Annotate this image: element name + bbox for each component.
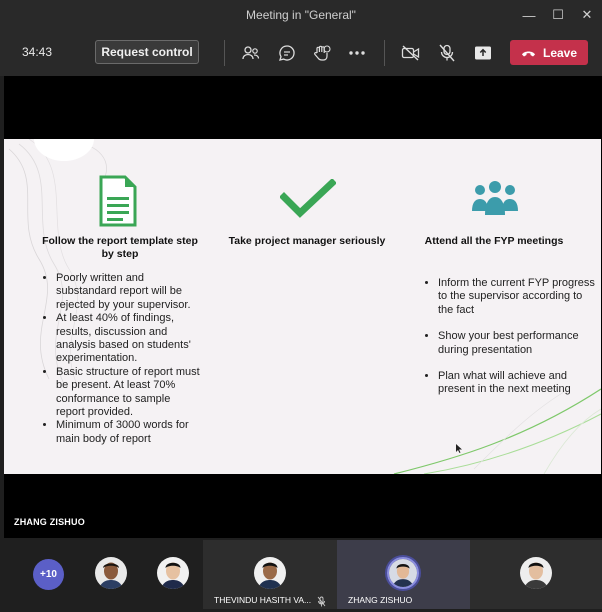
close-icon[interactable]: ✕ [572, 4, 602, 26]
share-icon[interactable] [471, 41, 495, 65]
document-icon [99, 175, 137, 232]
column-heading: Take project manager seriously [228, 235, 386, 247]
list-item: At least 40% of findings, results, discu… [56, 312, 202, 366]
list-item: Plan what will achieve and present in th… [438, 370, 599, 397]
list-item: Poorly written and substandard report wi… [56, 272, 202, 312]
list-item: Show your best performance during presen… [438, 330, 599, 357]
team-icon [470, 181, 520, 224]
toolbar-divider [384, 40, 385, 66]
more-participants-button[interactable]: +10 [33, 559, 64, 590]
participant-name: ZHANG ZISHUO [348, 595, 413, 605]
list-item: Inform the current FYP progress to the s… [438, 277, 599, 317]
bullet-list: Poorly written and substandard report wi… [42, 272, 202, 446]
window-title: Meeting in "General" [246, 8, 356, 22]
leave-label: Leave [542, 45, 578, 60]
reactions-icon[interactable] [310, 41, 334, 65]
meeting-toolbar: 34:43 Request control Leave [0, 30, 602, 76]
leave-button[interactable]: Leave [510, 40, 588, 65]
title-bar: Meeting in "General" — ☐ ✕ [0, 0, 602, 30]
column-heading: Follow the report template step by step [42, 235, 198, 260]
bullet-list: Inform the current FYP progress to the s… [424, 277, 599, 397]
avatar-active-speaker[interactable] [387, 557, 419, 589]
avatar[interactable] [157, 557, 189, 589]
more-icon[interactable] [345, 41, 369, 65]
request-control-button[interactable]: Request control [95, 40, 199, 64]
mic-off-icon[interactable] [435, 41, 459, 65]
mic-off-icon [317, 594, 326, 612]
maximize-icon[interactable]: ☐ [543, 4, 573, 26]
list-item: Minimum of 3000 words for main body of r… [56, 419, 202, 446]
meeting-timer: 34:43 [22, 45, 53, 59]
camera-off-icon[interactable] [399, 41, 423, 65]
avatar[interactable] [95, 557, 127, 589]
avatar[interactable] [520, 557, 552, 589]
participant-name: THEVINDU HASITH VA... [214, 595, 312, 605]
participants-icon[interactable] [239, 41, 263, 65]
presentation-slide: Follow the report template step by step … [4, 139, 601, 474]
presenter-name: ZHANG ZISHUO [14, 517, 85, 527]
toolbar-divider [224, 40, 225, 66]
column-heading: Attend all the FYP meetings [424, 235, 564, 247]
chat-icon[interactable] [275, 41, 299, 65]
list-item: Basic structure of report must be presen… [56, 366, 202, 420]
mouse-cursor-icon [456, 440, 462, 458]
minimize-icon[interactable]: — [514, 4, 544, 26]
phone-icon [521, 46, 536, 60]
avatar[interactable] [254, 557, 286, 589]
checkmark-icon [279, 178, 337, 224]
